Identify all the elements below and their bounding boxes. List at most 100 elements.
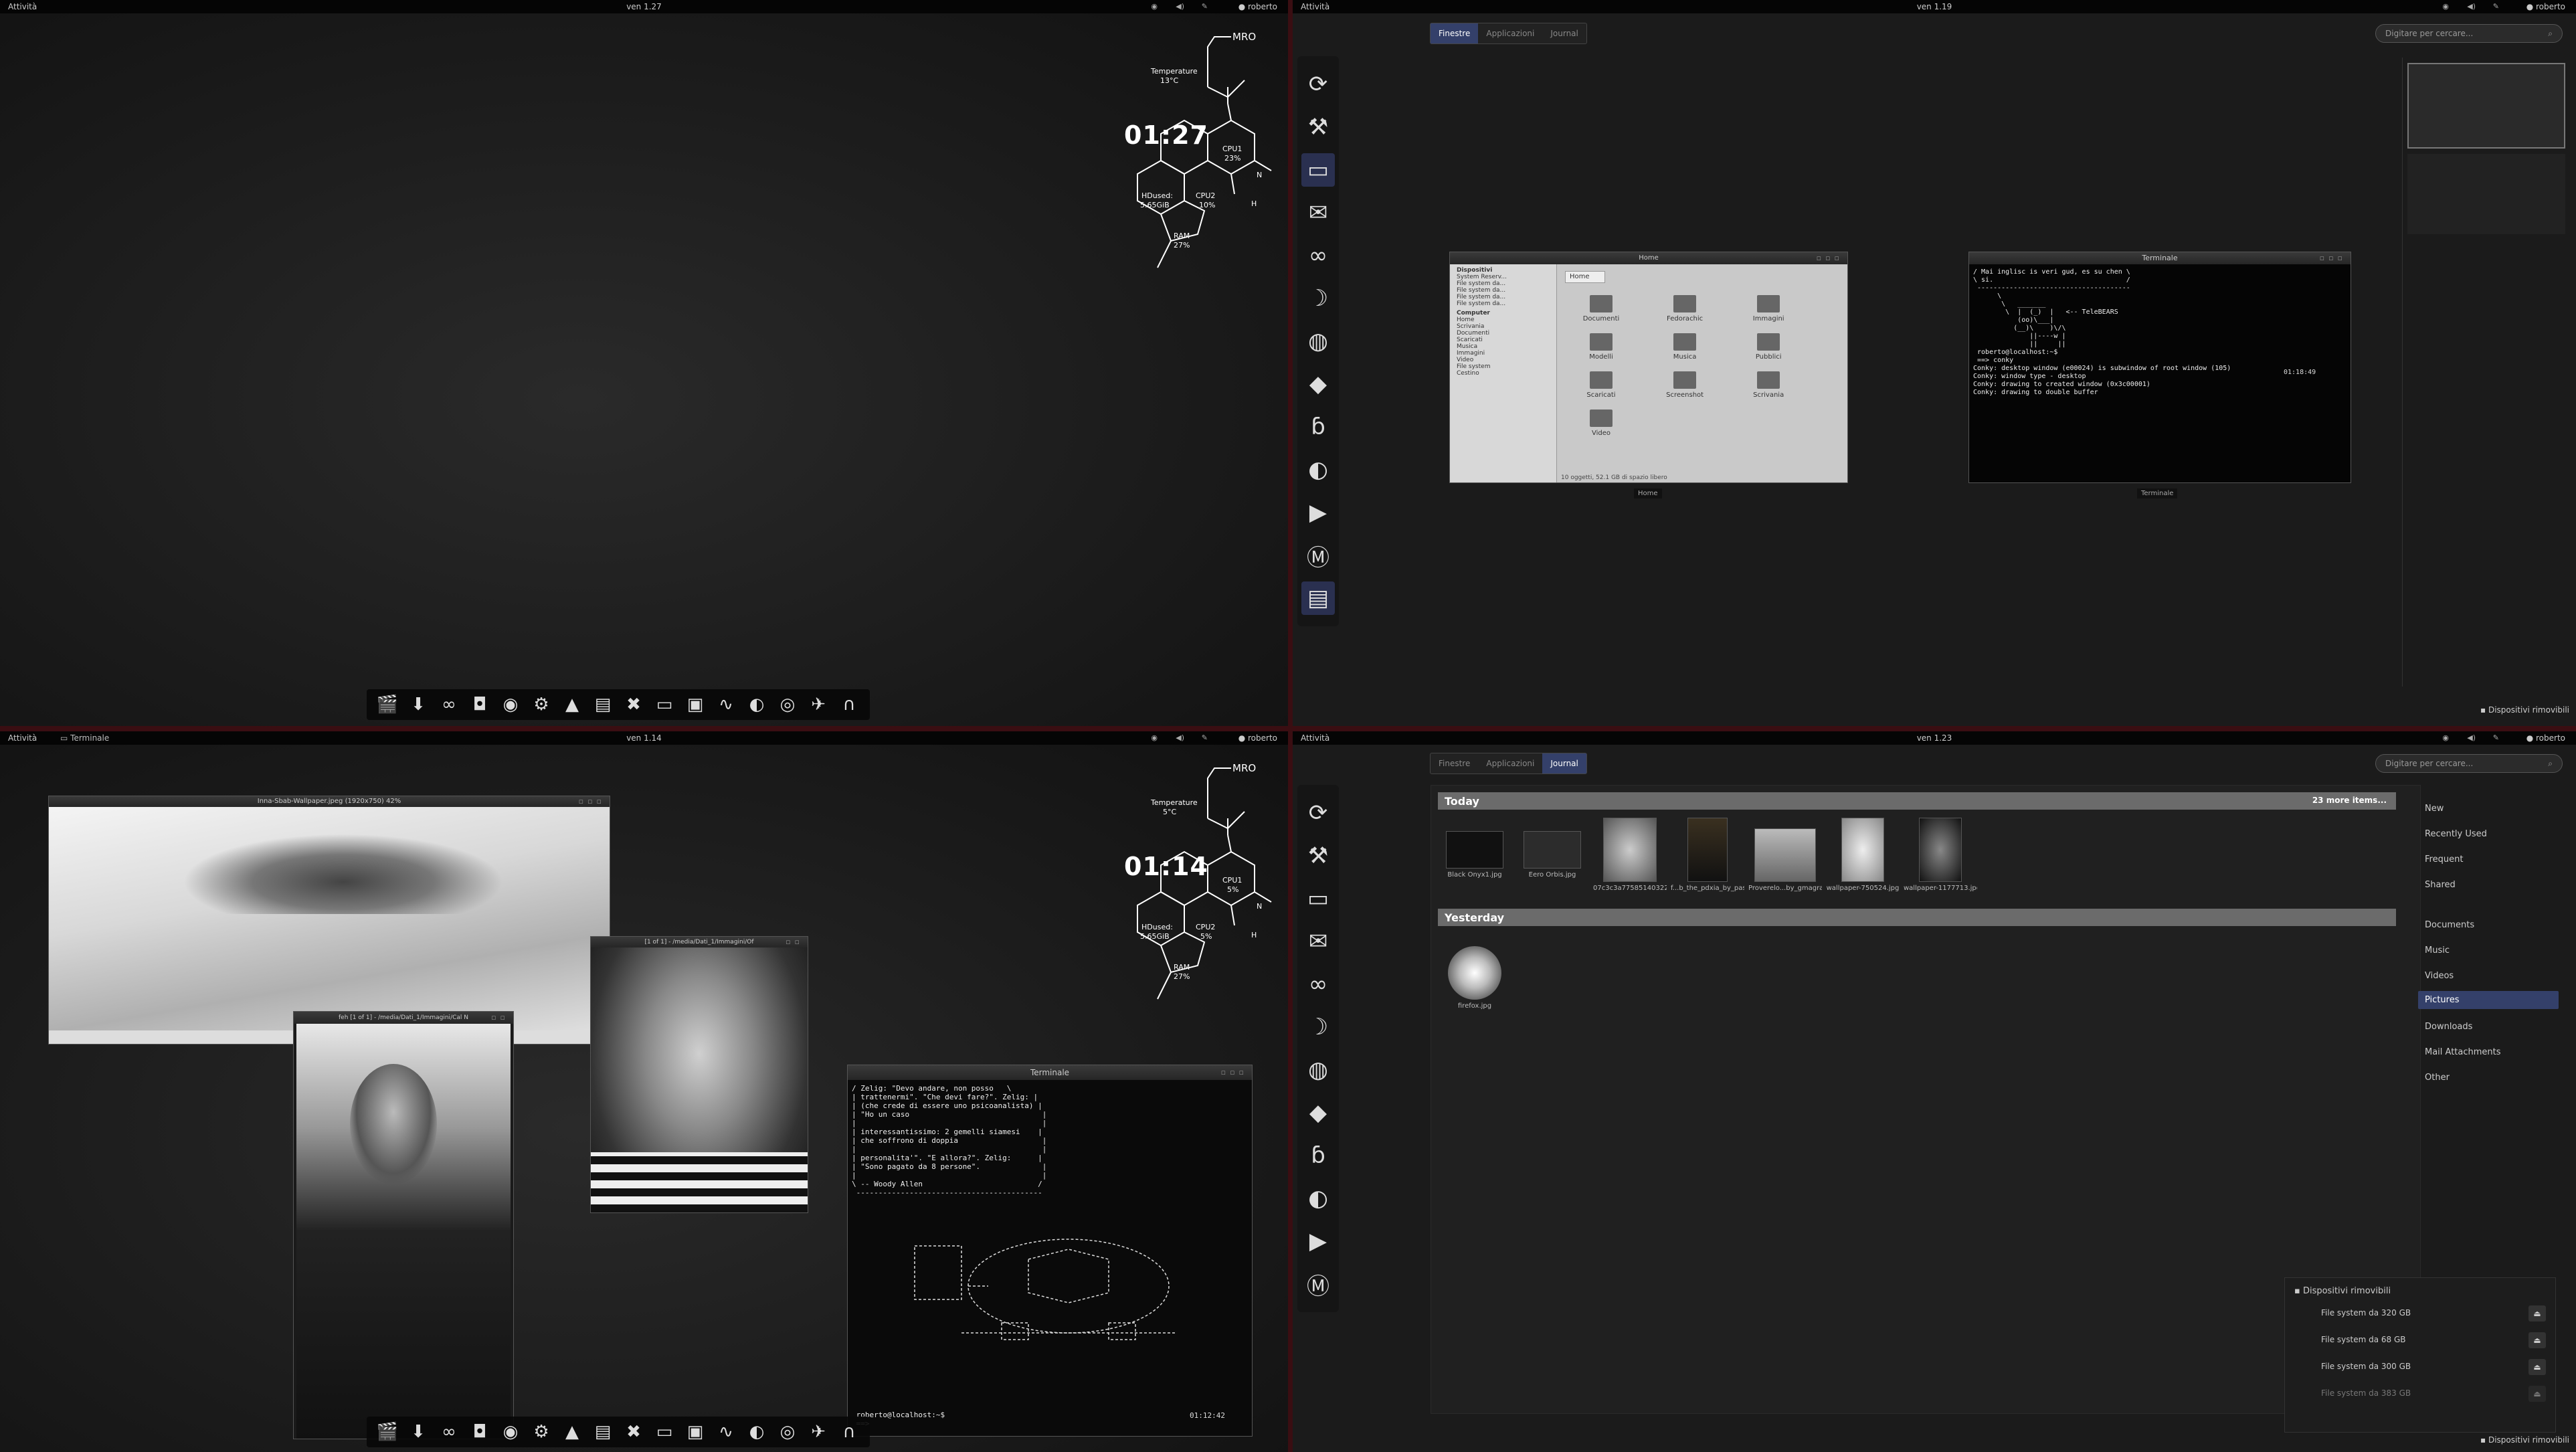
glasses-icon[interactable]: ∞ (1301, 968, 1335, 1001)
mr-icon[interactable]: Ⓜ (1301, 539, 1335, 572)
image-viewer-window[interactable]: Inna-Sbab-Wallpaper.jpeg (1920x750) 42% ▫… (48, 796, 610, 1045)
clock[interactable]: ven 1.14 (0, 733, 1288, 743)
sidebar-item[interactable]: File system (1457, 363, 1550, 370)
folder-item[interactable]: Immagini (1728, 295, 1809, 323)
bittorrent-icon[interactable]: ɓ (1301, 410, 1335, 444)
tab-applications[interactable]: Applicazioni (1478, 23, 1542, 43)
sidebar-item[interactable]: File system da... (1457, 294, 1550, 300)
network-icon[interactable]: ✎ (1202, 2, 1208, 11)
sidebar-item[interactable]: Scaricati (1457, 337, 1550, 343)
box-icon[interactable]: ▲ (559, 1419, 585, 1445)
glasses-icon[interactable]: ∞ (436, 691, 462, 718)
monitor-icon[interactable]: ▣ (682, 691, 709, 718)
device-item[interactable]: File system da 320 GB ⏏ (2285, 1300, 2555, 1327)
category-recently-used[interactable]: Recently Used (2425, 829, 2487, 839)
category-new[interactable]: New (2425, 804, 2444, 814)
accessibility-icon[interactable]: ◉ (2442, 2, 2449, 11)
eye-icon[interactable]: ◉ (497, 691, 524, 718)
removable-devices-tab[interactable]: ▪ Dispositivi rimovibili (2480, 705, 2569, 715)
media-player-icon[interactable]: ▶ (1301, 1224, 1335, 1258)
mr-icon[interactable]: Ⓜ (1301, 1267, 1335, 1301)
journal-item[interactable]: firefox.jpg (1438, 946, 1511, 1010)
accessibility-icon[interactable]: ◉ (1151, 733, 1158, 742)
web-icon[interactable]: ◍ (1301, 1053, 1335, 1087)
sidebar-item[interactable]: Scrivania (1457, 323, 1550, 330)
search-input[interactable]: Digitare per cercare... ⌕ (2375, 754, 2563, 773)
monitor-icon[interactable]: ▣ (682, 1419, 709, 1445)
firefox-icon[interactable]: ◐ (1301, 1182, 1335, 1215)
files-icon[interactable]: ▤ (589, 1419, 616, 1445)
journal-item[interactable]: Black Onyx1.jpg (1438, 818, 1511, 879)
waveform-icon[interactable]: ∿ (713, 1419, 739, 1445)
terminal-icon[interactable]: ▭ (1301, 882, 1335, 915)
user-menu[interactable]: ● roberto (2526, 733, 2565, 743)
window-controls[interactable]: ▫▫ (786, 937, 804, 947)
journal-item[interactable]: wallpaper-750524.jpg (1826, 818, 1900, 892)
terminal-icon[interactable]: ▭ (1301, 153, 1335, 187)
folder-item[interactable]: Pubblici (1728, 333, 1809, 361)
volume-icon[interactable]: ◀) (1176, 2, 1184, 11)
tab-applications[interactable]: Applicazioni (1478, 753, 1542, 774)
category-downloads[interactable]: Downloads (2425, 1022, 2472, 1032)
sidebar-item[interactable]: Cestino (1457, 370, 1550, 377)
location-button[interactable]: Home (1565, 271, 1605, 283)
removable-devices-tab[interactable]: ▪ Dispositivi rimovibili (2480, 1435, 2569, 1445)
journal-item[interactable]: Proverelo...by_gmagrao.jpg (1748, 818, 1822, 892)
firefox-icon[interactable]: ◐ (743, 691, 770, 718)
folder-item[interactable]: Scaricati (1561, 371, 1641, 399)
drop-icon[interactable]: ◆ (1301, 1096, 1335, 1129)
eye-icon[interactable]: ◉ (497, 1419, 524, 1445)
sidebar-item[interactable]: Video (1457, 357, 1550, 363)
user-menu[interactable]: ● roberto (1238, 2, 1277, 11)
update-icon[interactable]: ⟳ (1301, 68, 1335, 101)
web-icon[interactable]: ◍ (1301, 325, 1335, 358)
download-icon[interactable]: ⬇ (405, 691, 432, 718)
glasses-icon[interactable]: ∞ (1301, 239, 1335, 272)
banana-icon[interactable]: ☽ (1301, 282, 1335, 315)
mail-icon[interactable]: ✉ (1301, 925, 1335, 958)
banana-icon[interactable]: ☽ (1301, 1010, 1335, 1044)
clock[interactable]: ven 1.27 (0, 2, 1288, 11)
accessibility-icon[interactable]: ◉ (2442, 733, 2449, 742)
window-controls[interactable]: ▫▫ (491, 1012, 509, 1024)
settings-icon[interactable]: ⚙ (528, 1419, 555, 1445)
clock[interactable]: ven 1.23 (1293, 733, 2576, 743)
category-other[interactable]: Other (2425, 1073, 2450, 1083)
fortune-quote[interactable]: / Zelig: "Devo andare, non posso \ | tra… (848, 1080, 1252, 1201)
tab-journal[interactable]: Journal (1542, 753, 1586, 774)
accessibility-icon[interactable]: ◉ (1151, 2, 1158, 11)
folder-item[interactable]: Screenshot (1645, 371, 1725, 399)
chrome-icon[interactable]: ◎ (774, 691, 801, 718)
folder-item[interactable]: Musica (1645, 333, 1725, 361)
network-icon[interactable]: ✎ (2493, 733, 2499, 742)
window-controls[interactable]: ▫▫▫ (2320, 252, 2347, 264)
window-controls[interactable]: ▫▫▫ (1221, 1065, 1248, 1080)
category-music[interactable]: Music (2425, 945, 2450, 956)
workspace-thumbnail[interactable] (2407, 154, 2565, 234)
journal-item[interactable]: f...b_the_pdxia_by_pas... (1671, 818, 1744, 892)
glasses-icon[interactable]: ∞ (436, 1419, 462, 1445)
sidebar-item[interactable]: System Reserv... (1457, 274, 1550, 280)
folder-item[interactable]: Video (1561, 410, 1641, 437)
file-manager-icon[interactable]: ▤ (1301, 581, 1335, 615)
workspace-thumbnail[interactable] (2407, 63, 2565, 149)
waveform-icon[interactable]: ∿ (713, 691, 739, 718)
tab-windows[interactable]: Finestre (1431, 753, 1478, 774)
category-documents[interactable]: Documents (2425, 920, 2474, 930)
clapper-icon[interactable]: 🎬 (374, 1419, 401, 1445)
camera-icon[interactable]: ◘ (466, 1419, 493, 1445)
device-item[interactable]: File system da 300 GB ⏏ (2285, 1354, 2555, 1380)
tab-windows[interactable]: Finestre (1431, 23, 1479, 43)
update-icon[interactable]: ⟳ (1301, 796, 1335, 830)
terminal-icon[interactable]: ▭ (651, 1419, 678, 1445)
volume-icon[interactable]: ◀) (1176, 733, 1184, 742)
category-videos[interactable]: Videos (2425, 971, 2454, 981)
clapper-icon[interactable]: 🎬 (374, 691, 401, 718)
clock[interactable]: ven 1.19 (1293, 2, 2576, 11)
category-shared[interactable]: Shared (2425, 880, 2456, 890)
folder-item[interactable]: Scrivania (1728, 371, 1809, 399)
firefox-icon[interactable]: ◐ (1301, 453, 1335, 486)
bird-icon[interactable]: ✈ (805, 691, 832, 718)
network-icon[interactable]: ✎ (1202, 733, 1208, 742)
tab-journal[interactable]: Journal (1542, 23, 1586, 43)
